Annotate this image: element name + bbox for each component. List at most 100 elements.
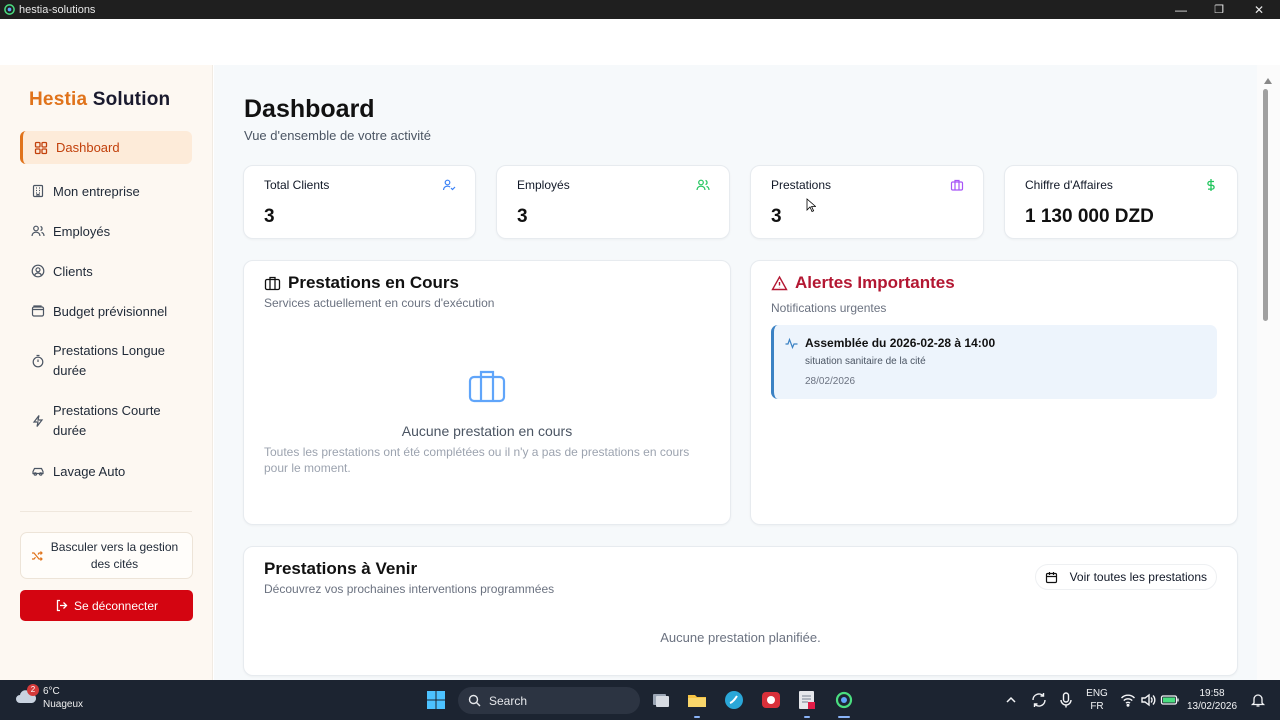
upcoming-title: Prestations à Venir: [264, 559, 418, 578]
page-title: Dashboard: [244, 95, 375, 123]
stat-label: Employés: [517, 178, 570, 192]
car-icon: [32, 467, 44, 476]
mouse-cursor-icon: [806, 198, 816, 212]
stat-value: 3: [264, 206, 275, 227]
user-circle-icon: [31, 264, 45, 278]
zap-icon: [32, 415, 44, 427]
alert-date: 28/02/2026: [805, 376, 856, 387]
hestia-app-icon[interactable]: [833, 689, 855, 711]
sidebar-item-label: Prestations Courte durée: [53, 403, 161, 438]
taskbar-search[interactable]: Search: [458, 687, 640, 714]
alert-item[interactable]: Assemblée du 2026-02-28 à 14:00 situatio…: [771, 325, 1217, 399]
file-explorer-icon[interactable]: [686, 689, 708, 711]
upcoming-empty-text: Aucune prestation planifiée.: [660, 630, 821, 645]
windows-start-icon[interactable]: [425, 689, 447, 711]
taskbar: 2 6°C Nuageux Search ENG FR 19:58 13/02/…: [0, 680, 1280, 720]
alert-description: situation sanitaire de la cité: [805, 356, 926, 367]
sidebar-item-mon-entreprise[interactable]: Mon entreprise: [20, 171, 192, 211]
sidebar-nav: Dashboard Mon entreprise Employés Client…: [20, 131, 192, 491]
sidebar-item-budget[interactable]: Budget prévisionnel: [20, 291, 192, 331]
ongoing-empty-desc: Toutes les prestations ont été complétée…: [264, 445, 690, 475]
running-indicator: [804, 716, 810, 718]
user-check-icon: [442, 179, 456, 191]
sync-icon[interactable]: [1030, 691, 1048, 709]
logout-button[interactable]: Se déconnecter: [20, 590, 193, 621]
brand-logo[interactable]: Hestia Solution: [29, 89, 170, 111]
logout-label: Se déconnecter: [73, 598, 159, 613]
view-all-prestations-button[interactable]: Voir toutes les prestations: [1034, 564, 1217, 590]
stat-value: 1 130 000 DZD: [1025, 206, 1154, 227]
ongoing-title: Prestations en Cours: [264, 273, 459, 293]
scroll-up-arrow-icon[interactable]: [1264, 78, 1272, 84]
users-icon: [696, 179, 710, 191]
stat-card-total-clients: Total Clients 3: [243, 165, 476, 239]
wallet-icon: [31, 305, 45, 317]
volume-icon[interactable]: [1140, 692, 1156, 708]
active-app-indicator: [838, 716, 850, 718]
language-top: ENG: [1086, 688, 1108, 699]
editor-icon[interactable]: [796, 689, 818, 711]
app-top-band: [0, 19, 1280, 65]
window-title: hestia-solutions: [19, 3, 96, 16]
task-view-icon[interactable]: [650, 689, 672, 711]
grid-icon: [34, 141, 48, 154]
weather-widget[interactable]: 2 6°C Nuageux: [14, 684, 84, 711]
switch-label: Basculer vers la gestion des cités: [50, 539, 179, 571]
app-red-icon[interactable]: [760, 689, 782, 711]
clock-date: 13/02/2026: [1186, 701, 1238, 712]
alert-title: Assemblée du 2026-02-28 à 14:00: [805, 336, 996, 350]
brand-name-part2: Solution: [92, 89, 171, 110]
briefcase-empty-icon: [468, 370, 506, 403]
weather-condition: Nuageux: [43, 699, 84, 710]
view-all-label: Voir toutes les prestations: [1069, 570, 1207, 584]
clock[interactable]: 19:58 13/02/2026: [1186, 687, 1238, 713]
sidebar: Hestia Solution Dashboard Mon entreprise…: [0, 65, 213, 680]
close-button[interactable]: ✕: [1239, 0, 1279, 19]
window-titlebar: hestia-solutions — ❐ ✕: [0, 0, 1280, 19]
scrollbar-thumb[interactable]: [1263, 89, 1268, 321]
sidebar-item-label: Mon entreprise: [53, 183, 140, 199]
ongoing-title-text: Prestations en Cours: [288, 273, 459, 292]
search-placeholder: Search: [489, 693, 528, 708]
stat-label: Chiffre d'Affaires: [1025, 178, 1113, 192]
stat-label: Prestations: [771, 178, 832, 192]
stat-card-prestations: Prestations 3: [750, 165, 984, 239]
briefcase-icon: [264, 276, 281, 290]
stat-value: 3: [771, 206, 782, 227]
clock-time: 19:58: [1199, 688, 1225, 699]
language-bottom: FR: [1090, 701, 1104, 712]
notification-bell-icon[interactable]: [1250, 692, 1266, 708]
alerts-title-text: Alertes Importantes: [795, 273, 955, 292]
microphone-icon[interactable]: [1057, 691, 1075, 709]
sidebar-item-lavage-auto[interactable]: Lavage Auto: [20, 451, 192, 491]
main-content: Dashboard Vue d'ensemble de votre activi…: [214, 65, 1257, 680]
dollar-icon: [1207, 179, 1215, 191]
logout-icon: [56, 599, 68, 612]
sidebar-item-prestations-longue[interactable]: Prestations Longue durée: [20, 331, 192, 391]
warning-icon: [771, 275, 788, 290]
sidebar-item-clients[interactable]: Clients: [20, 251, 192, 291]
sidebar-item-label: Clients: [53, 263, 93, 279]
wifi-icon[interactable]: [1120, 692, 1136, 708]
sidebar-divider: [20, 511, 192, 512]
upcoming-prestations-card: Prestations à Venir Découvrez vos procha…: [243, 546, 1238, 676]
sidebar-item-dashboard[interactable]: Dashboard: [20, 131, 192, 164]
maximize-button[interactable]: ❐: [1199, 0, 1239, 19]
ongoing-subtitle: Services actuellement en cours d'exécuti…: [264, 296, 495, 310]
browser-icon[interactable]: [723, 689, 745, 711]
sidebar-item-prestations-courte[interactable]: Prestations Courte durée: [20, 391, 192, 451]
ongoing-empty-title: Aucune prestation en cours: [401, 423, 573, 439]
briefcase-icon: [950, 179, 964, 191]
battery-icon[interactable]: [1160, 692, 1180, 708]
switch-to-cites-button[interactable]: Basculer vers la gestion des cités: [20, 532, 193, 579]
language-indicator[interactable]: ENG FR: [1086, 687, 1108, 713]
chevron-up-icon[interactable]: [1002, 691, 1020, 709]
shuffle-icon: [32, 550, 43, 561]
sidebar-item-label: Dashboard: [56, 140, 120, 155]
minimize-button[interactable]: —: [1161, 0, 1201, 19]
main-scrollbar[interactable]: [1257, 65, 1280, 680]
sidebar-item-employes[interactable]: Employés: [20, 211, 192, 251]
temperature: 6°C: [43, 686, 60, 697]
building-icon: [32, 184, 44, 198]
stat-label: Total Clients: [264, 178, 330, 192]
